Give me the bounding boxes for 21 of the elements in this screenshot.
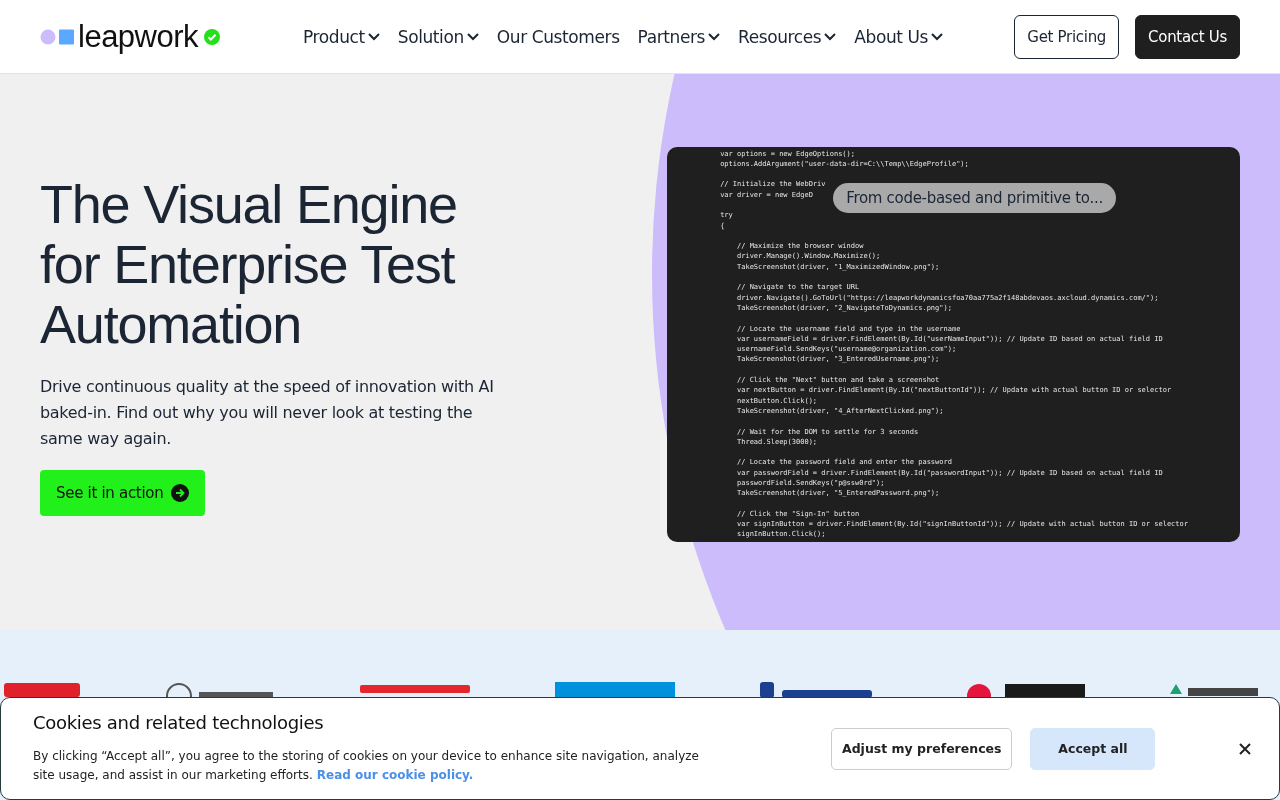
preferences-button[interactable]: Adjust my preferences bbox=[831, 727, 1013, 770]
cookie-title: Cookies and related technologies bbox=[33, 712, 325, 733]
close-icon bbox=[1239, 742, 1251, 755]
nav-link[interactable]: About Us bbox=[854, 26, 944, 47]
pricing-button[interactable]: Get Pricing bbox=[1014, 14, 1120, 59]
check-badge-icon bbox=[204, 28, 221, 45]
nav-link[interactable]: Our Customers bbox=[496, 26, 620, 47]
nav-link[interactable]: Resources bbox=[738, 26, 837, 47]
accept-button[interactable]: Accept all bbox=[1030, 727, 1156, 770]
nav-link[interactable]: Solution bbox=[397, 26, 479, 47]
nav-link[interactable]: Product bbox=[303, 26, 380, 47]
caption-pill: From code-based and primitive to... bbox=[833, 182, 1116, 213]
cookie-text: By clicking “Accept all”, you agree to the storing of cookies on your device to enhance site navigation, analyze site usage, and assist in our marketing efforts. Read our cookie policy. bbox=[33, 748, 700, 784]
brand-name[interactable]: leapwork bbox=[78, 18, 199, 55]
hero-text: Drive continuous quality at the speed of innovation with AI baked-in. Find out why you will never look at testing the same way again. bbox=[40, 376, 495, 450]
logo-shapes-icon bbox=[40, 28, 74, 45]
contact-button[interactable]: Contact Us bbox=[1135, 14, 1240, 59]
arrow-right-icon bbox=[171, 484, 190, 502]
nav-link[interactable]: Partners bbox=[637, 26, 721, 47]
cta-button[interactable]: See it in action bbox=[40, 470, 206, 516]
hero-title: The Visual Engine for Enterprise Test Automation bbox=[40, 174, 458, 354]
